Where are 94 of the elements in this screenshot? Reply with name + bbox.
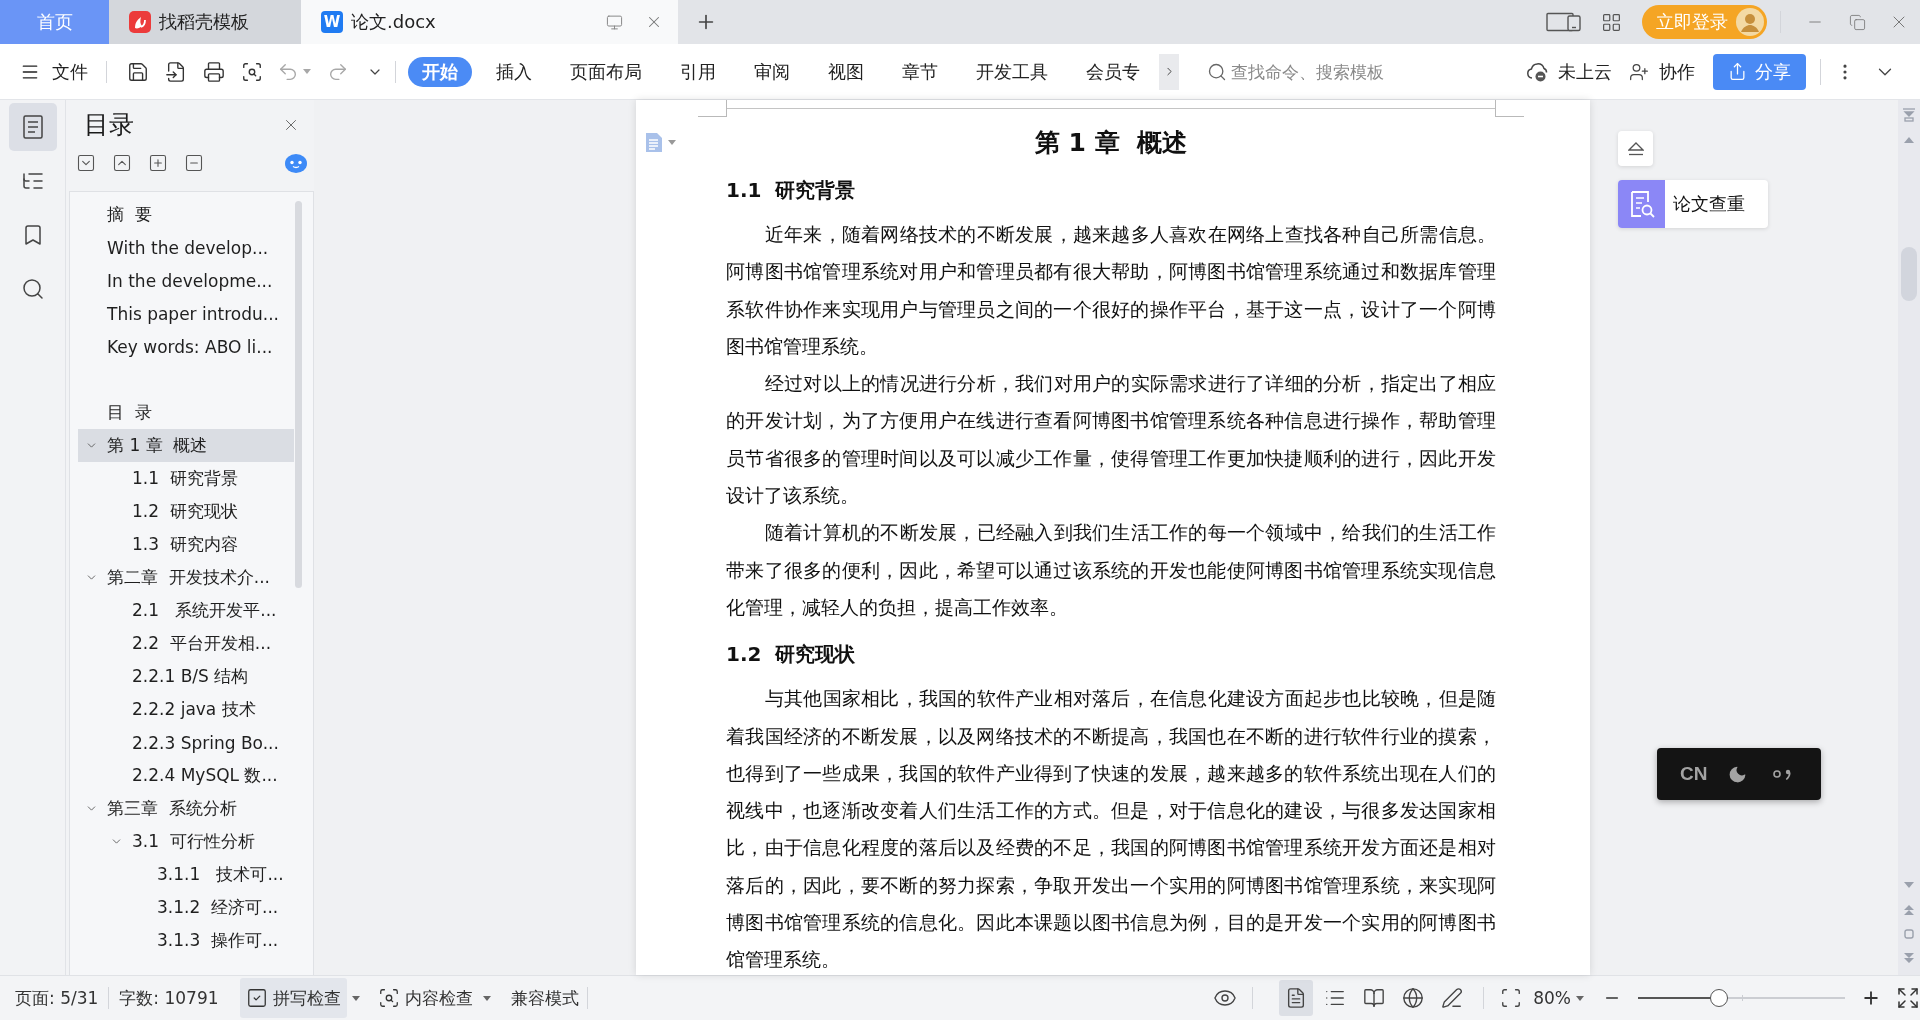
toc-item[interactable]: 1.1 研究背景 — [78, 462, 294, 495]
square-minus-icon[interactable] — [184, 153, 204, 173]
search-icon[interactable] — [20, 277, 45, 301]
slider-thumb[interactable] — [1709, 989, 1728, 1007]
toc-item[interactable]: 3.1 可行性分析 — [78, 825, 294, 858]
toc-item[interactable]: 2.2.2 java 技术 — [78, 693, 294, 726]
toc-item[interactable]: 3.1.2 经济可... — [78, 891, 294, 924]
paragraph: 与其他国家相比，我国的软件产业相对落后，在信息化建设方面起步也比较晚，但是随 着我国经济的不断发展，以及网络技术的不断提高，我国也在不断的进行软件行业的摸索， 也得到了一些成果，我国的软件产业得到了快速的发展，越来越多的软件系统出现在人们的 视线中，也逐渐改变着人们生活工作的方式。但是，对于信息化的建设，与很多发达国家相 比，由于信息化程度的落后以及经费的不足，我国的阿博图书馆管理系统开发方面还是相对 落后的，因此，要不断的努力探索，争取开发出一个实用的阿博图书馆管理系统，来实现阿 博图书馆管理系统的信息化。因此本课题以图书信息为例，目的是开发一个实用的阿博图书 馆管理系统。 — [726, 688, 1496, 973]
ribbon-tab[interactable]: 插入 — [477, 56, 551, 87]
ribbon-tab[interactable]: 章节 — [883, 56, 957, 87]
section-heading: 1.1 研究背景 — [726, 177, 857, 204]
sidebar-button[interactable] — [8, 103, 57, 151]
square-plus-icon[interactable] — [148, 153, 168, 173]
save-icon[interactable] — [127, 60, 149, 83]
eject-icon — [1627, 141, 1644, 156]
content-check-button[interactable]: 内容检查 — [371, 978, 479, 1018]
smiley-face-icon[interactable] — [285, 153, 307, 173]
paragraph: 随着计算机的不断发展，已经融入到我们生活工作的每一个领域中，给我们的生活工作 带来了很多的便利，因此，希望可以通过该系统的开发也能使阿博图书馆管理系统实现信息 化管理，减轻人的负担，提高工作效率。 — [726, 522, 1496, 620]
globe-icon[interactable] — [1402, 987, 1425, 1009]
spell-check-button[interactable]: 拼写检查 — [239, 978, 347, 1018]
toc-item[interactable]: 2.2.4 MySQL 数... — [78, 759, 294, 792]
scrollbar-thumb[interactable] — [295, 201, 302, 588]
search-icon — [1207, 61, 1227, 82]
collaborate-button[interactable]: 协作 — [1629, 54, 1695, 89]
chapter-title: 第 1 章 概述 — [1033, 127, 1189, 159]
ribbon-tab[interactable]: 开发工具 — [957, 56, 1067, 87]
person-plus-icon — [1629, 61, 1649, 82]
panel-title: 目录 — [84, 110, 134, 140]
grid-icon[interactable] — [1601, 11, 1622, 33]
tab[interactable]: W 论文.docx — [301, 0, 678, 44]
toc-item[interactable]: 3.1.3 操作可... — [78, 924, 294, 957]
toc-item[interactable]: 目 录 — [78, 396, 294, 429]
toc-item[interactable]: 第二章 开发技术介... — [78, 561, 294, 594]
share-icon — [1728, 62, 1747, 81]
input-mode-label[interactable]: CN — [1680, 763, 1708, 785]
check-box-icon — [245, 987, 268, 1009]
paragraph: 近年来，随着网络技术的不断发展，越来越多人喜欢在网络上查找各种自己所需信息。 阿博图书馆管理系统对用户和管理员都有很大帮助，阿博图书馆管理系统通过和数据库管理 系软件协作来实现用户与管理员之间的一个很好的操作平台，基于这一点，设计了一个阿博 图书馆管理系统。 — [726, 224, 1496, 359]
collapse-button[interactable] — [1618, 131, 1653, 166]
plus-icon[interactable] — [1861, 988, 1881, 1008]
compatibility-mode-label: 兼容模式 — [510, 986, 579, 1010]
book-icon[interactable] — [1363, 987, 1386, 1009]
toc-item[interactable]: 2.2 平台开发相... — [78, 627, 294, 660]
caret-icon[interactable] — [1576, 995, 1584, 1001]
toc-item[interactable]: 第三章 系统分析 — [78, 792, 294, 825]
caret-icon[interactable] — [351, 995, 360, 1001]
paragraph: 经过对以上的情况进行分析，我们对用户的实际需求进行了详细的分析，指定出了相应 的开发计划，为了方便用户在线进行查看阿博图书馆管理系统各种信息进行操作，帮助管理 员节省很多的管理时间以及可以减少工作量，使得管理工作更加快捷顺利的进行，因此开发 设计了该系统。 — [726, 373, 1496, 509]
ribbon-tab[interactable]: 会员专 — [1067, 56, 1159, 87]
ribbon-tab[interactable]: 引用 — [661, 56, 735, 87]
toc-item[interactable]: 2.2.1 B/S 结构 — [78, 660, 294, 693]
file-menu-button[interactable]: 文件 — [14, 54, 94, 89]
toc-item[interactable]: 3.1.1 技术可... — [78, 858, 294, 891]
page-count: 页面: 5/31 — [15, 986, 99, 1010]
toc-item[interactable]: 2.2.3 Spring Bo... — [78, 726, 294, 759]
ribbon-tab[interactable]: 页面布局 — [551, 56, 661, 87]
ribbon-tab[interactable]: 视图 — [809, 56, 883, 87]
toc-item[interactable]: 1.3 研究内容 — [78, 528, 294, 561]
monitor-icon[interactable] — [606, 13, 623, 31]
leaf-logo-icon — [129, 11, 151, 33]
screen-and-phone-icon[interactable] — [1546, 12, 1582, 32]
toc-item[interactable]: In the developme... — [78, 264, 294, 297]
plagiarism-check-button[interactable]: 论文查重 — [1618, 180, 1768, 228]
printer-icon[interactable] — [203, 60, 225, 83]
list-document-icon[interactable] — [20, 115, 45, 139]
search-field[interactable]: 查找命令、搜索模板 — [1207, 54, 1407, 89]
restore-icon[interactable] — [1848, 13, 1866, 31]
caret-icon[interactable] — [668, 140, 676, 145]
file-type-logo: W — [321, 11, 343, 33]
document-search-icon — [1618, 180, 1665, 228]
zoom-level[interactable]: 80% — [1533, 988, 1571, 1008]
handle-icon[interactable] — [1902, 108, 1916, 122]
scan-search-icon[interactable] — [241, 60, 263, 83]
zoom-slider[interactable] — [1638, 989, 1845, 1007]
scan-frame-icon[interactable] — [1500, 987, 1523, 1009]
caret-icon[interactable] — [482, 995, 491, 1001]
section-heading: 1.2 研究现状 — [726, 641, 857, 669]
toc-item[interactable]: 2.1 系统开发平... — [78, 594, 294, 627]
pen-icon[interactable] — [1441, 987, 1464, 1009]
toc-item[interactable]: 1.2 研究现状 — [78, 495, 294, 528]
tab[interactable]: 找稻壳模板 — [109, 0, 301, 44]
file-arrow-icon[interactable] — [165, 60, 187, 83]
ribbon-tab[interactable]: 审阅 — [735, 56, 809, 87]
toc-item[interactable]: 摘 要 — [78, 198, 294, 231]
toc-item[interactable]: This paper introdu... — [78, 297, 294, 330]
toc-item[interactable]: 第 1 章 概述 — [78, 429, 294, 462]
scan-search-icon — [377, 987, 400, 1009]
toc-item[interactable]: With the develop... — [78, 231, 294, 264]
view-mode-button[interactable] — [1279, 980, 1314, 1016]
cloud-status-button[interactable]: 未上云 — [1526, 54, 1612, 89]
toc-item[interactable]: Key words: ABO li... — [78, 330, 294, 363]
word-count: 字数: 10791 — [119, 986, 219, 1010]
square-chevron-down-icon[interactable] — [76, 153, 96, 173]
expand-icon[interactable] — [1896, 986, 1920, 1010]
square-chevron-up-icon[interactable] — [112, 153, 132, 173]
cloud-minus-icon — [1526, 61, 1548, 82]
